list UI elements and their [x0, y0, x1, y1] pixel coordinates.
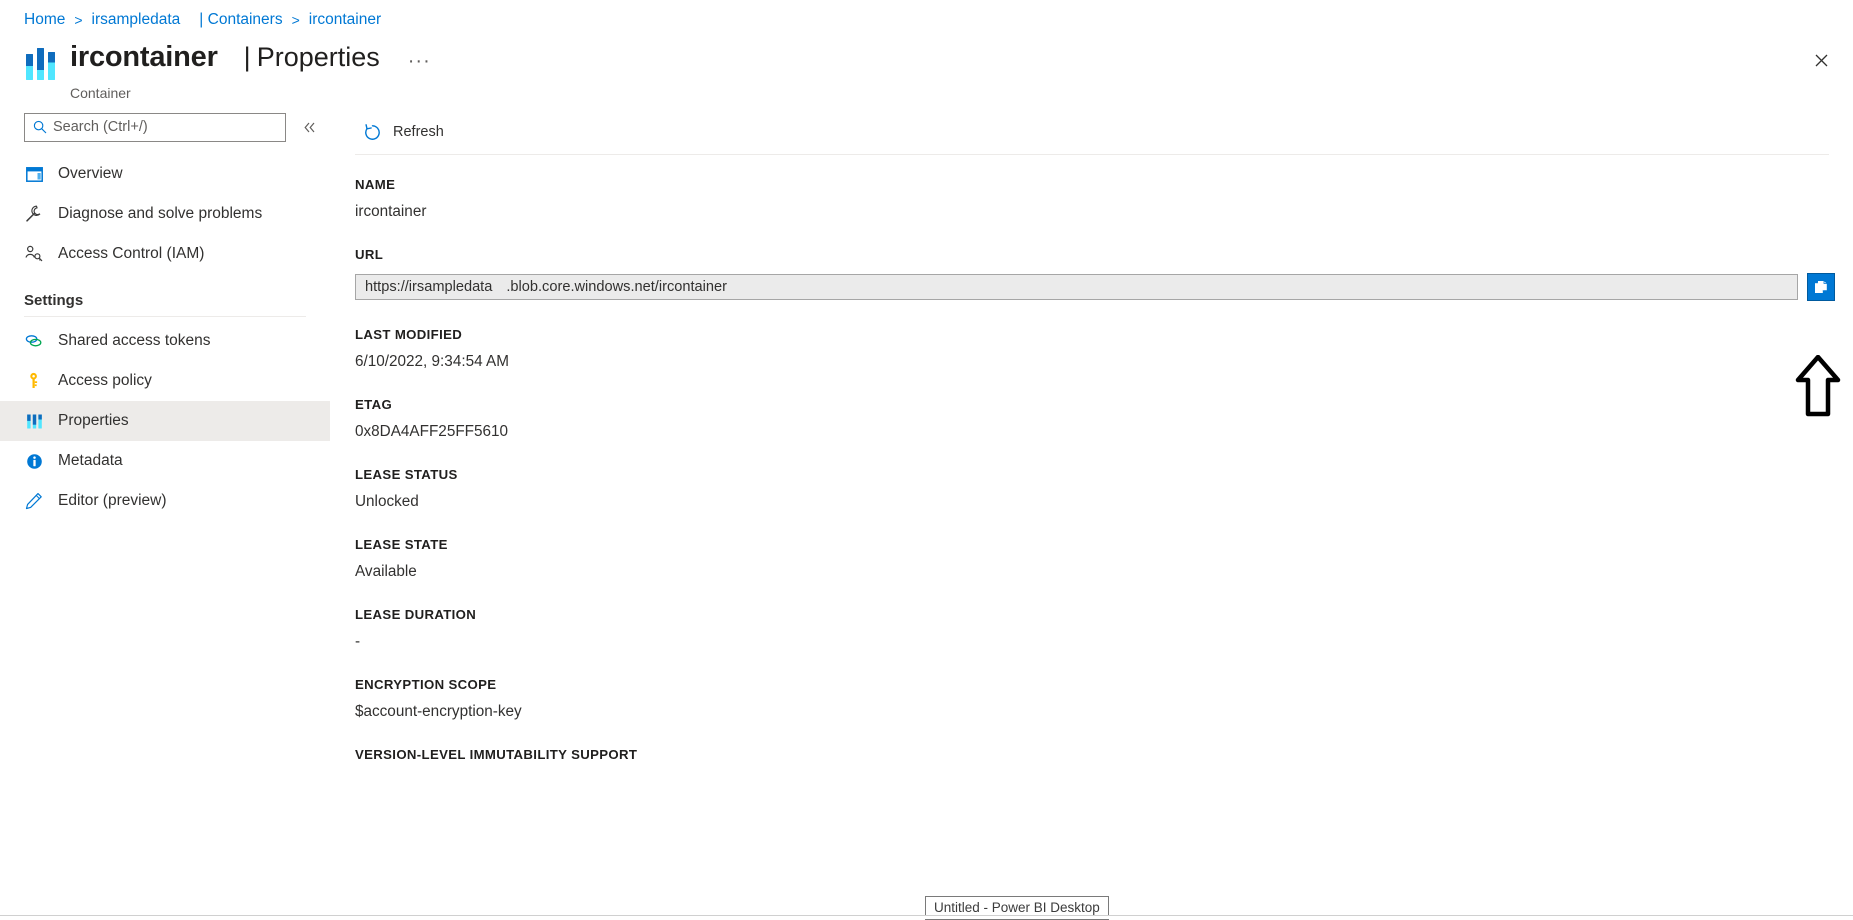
- sidebar-item-label: Diagnose and solve problems: [58, 205, 263, 222]
- search-icon: [33, 120, 47, 134]
- properties-bars-icon: [24, 411, 44, 431]
- breadcrumb-separator-2: >: [291, 12, 300, 28]
- page-title: ircontainer: [70, 41, 218, 73]
- sidebar-item-label: Properties: [58, 412, 129, 429]
- sidebar-item-label: Access policy: [58, 372, 152, 389]
- property-value: 6/10/2022, 9:34:54 AM: [355, 353, 509, 370]
- properties-list: NAME ircontainer URL https://irsampledat…: [355, 155, 1853, 762]
- sidebar-item-shared-access-tokens[interactable]: Shared access tokens: [0, 321, 330, 361]
- sidebar-divider: [24, 316, 306, 317]
- refresh-button[interactable]: Refresh: [355, 116, 454, 148]
- link-chain-icon: [24, 331, 44, 351]
- property-last-modified: LAST MODIFIED 6/10/2022, 9:34:54 AM: [355, 327, 1853, 371]
- collapse-sidebar-button[interactable]: [296, 114, 322, 140]
- property-label: LEASE STATE: [355, 537, 448, 552]
- property-etag: ETAG 0x8DA4AFF25FF5610: [355, 397, 1853, 441]
- wrench-icon: [24, 204, 44, 224]
- refresh-button-label: Refresh: [393, 124, 444, 140]
- property-value: ircontainer: [355, 203, 427, 220]
- breadcrumb-item-containers[interactable]: | Containers: [199, 11, 282, 29]
- page-title-row: ircontainer | Properties ···: [24, 40, 431, 80]
- properties-content: Refresh NAME ircontainer URL https://irs…: [355, 110, 1853, 919]
- copy-to-clipboard-icon: [1813, 279, 1828, 294]
- title-pipe: |: [243, 42, 251, 72]
- breadcrumb-separator: >: [74, 12, 83, 28]
- search-input[interactable]: [53, 119, 285, 135]
- property-encryption-scope: ENCRYPTION SCOPE $account-encryption-key: [355, 677, 1853, 721]
- property-url: URL https://irsampledata .blob.core.wind…: [355, 247, 1853, 301]
- info-circle-icon: [24, 451, 44, 471]
- breadcrumb-item-home[interactable]: Home: [24, 11, 65, 29]
- sidebar-item-label: Editor (preview): [58, 492, 167, 509]
- url-value-suffix: .blob.core.windows.net/ircontainer: [506, 279, 728, 295]
- page-subtitle-section: Properties: [256, 42, 380, 72]
- property-name: NAME ircontainer: [355, 177, 1853, 221]
- close-blade-button[interactable]: [1803, 42, 1839, 78]
- property-version-level-immutability-support: VERSION-LEVEL IMMUTABILITY SUPPORT: [355, 747, 1853, 762]
- chevron-double-left-icon: [303, 122, 314, 132]
- sidebar-item-editor-preview[interactable]: Editor (preview): [0, 481, 330, 521]
- key-icon: [24, 371, 44, 391]
- url-input[interactable]: https://irsampledata .blob.core.windows.…: [355, 274, 1798, 300]
- refresh-icon: [361, 121, 383, 143]
- copy-url-button[interactable]: [1807, 273, 1835, 301]
- sidebar-item-properties[interactable]: Properties: [0, 401, 330, 441]
- sidebar-item-label: Overview: [58, 165, 123, 182]
- sidebar-item-overview[interactable]: Overview: [0, 154, 330, 194]
- sidebar-search-row: [0, 110, 330, 144]
- property-label: ETAG: [355, 397, 393, 412]
- sidebar-item-access-control-iam[interactable]: Access Control (IAM): [0, 234, 330, 274]
- search-box[interactable]: [24, 112, 286, 142]
- overview-window-icon: [24, 164, 44, 184]
- property-label: URL: [355, 247, 384, 262]
- sidebar-item-metadata[interactable]: Metadata: [0, 441, 330, 481]
- sidebar: Overview Diagnose and solve problems: [0, 110, 330, 919]
- sidebar-item-access-policy[interactable]: Access policy: [0, 361, 330, 401]
- property-label: VERSION-LEVEL IMMUTABILITY SUPPORT: [355, 747, 638, 762]
- property-value: -: [355, 633, 361, 650]
- url-value-prefix: https://irsampledata: [365, 279, 493, 295]
- property-value: Available: [355, 563, 417, 580]
- resource-type-label: Container: [70, 85, 131, 101]
- property-lease-state: LEASE STATE Available: [355, 537, 1853, 581]
- property-value: 0x8DA4AFF25FF5610: [355, 423, 509, 440]
- property-lease-duration: LEASE DURATION -: [355, 607, 1853, 651]
- command-bar: Refresh: [355, 110, 1829, 155]
- property-label: NAME: [355, 177, 396, 192]
- property-value: Unlocked: [355, 493, 419, 510]
- breadcrumb-item-ircontainer[interactable]: ircontainer: [309, 11, 381, 29]
- property-label: ENCRYPTION SCOPE: [355, 677, 497, 692]
- property-label: LEASE STATUS: [355, 467, 458, 482]
- sidebar-item-label: Metadata: [58, 452, 123, 469]
- container-bars-icon: [24, 46, 58, 80]
- sidebar-item-label: Access Control (IAM): [58, 245, 205, 262]
- property-label: LAST MODIFIED: [355, 327, 463, 342]
- property-label: LEASE DURATION: [355, 607, 477, 622]
- breadcrumb-item-irsampledata[interactable]: irsampledata: [92, 11, 181, 29]
- pencil-icon: [24, 491, 44, 511]
- url-row: https://irsampledata .blob.core.windows.…: [355, 273, 1853, 301]
- sidebar-item-label: Shared access tokens: [58, 332, 211, 349]
- property-value: $account-encryption-key: [355, 703, 522, 720]
- sidebar-group-settings-title: Settings: [24, 292, 84, 309]
- sidebar-nav-list: Overview Diagnose and solve problems Acc…: [0, 154, 330, 521]
- person-key-icon: [24, 244, 44, 264]
- breadcrumb: Home > irsampledata | Containers > ircon…: [24, 10, 381, 30]
- close-icon: [1815, 54, 1827, 66]
- property-lease-status: LEASE STATUS Unlocked: [355, 467, 1853, 511]
- sidebar-item-diagnose-and-solve-problems[interactable]: Diagnose and solve problems: [0, 194, 330, 234]
- taskbar-strip: [0, 915, 1853, 919]
- more-options-button[interactable]: ···: [408, 50, 431, 73]
